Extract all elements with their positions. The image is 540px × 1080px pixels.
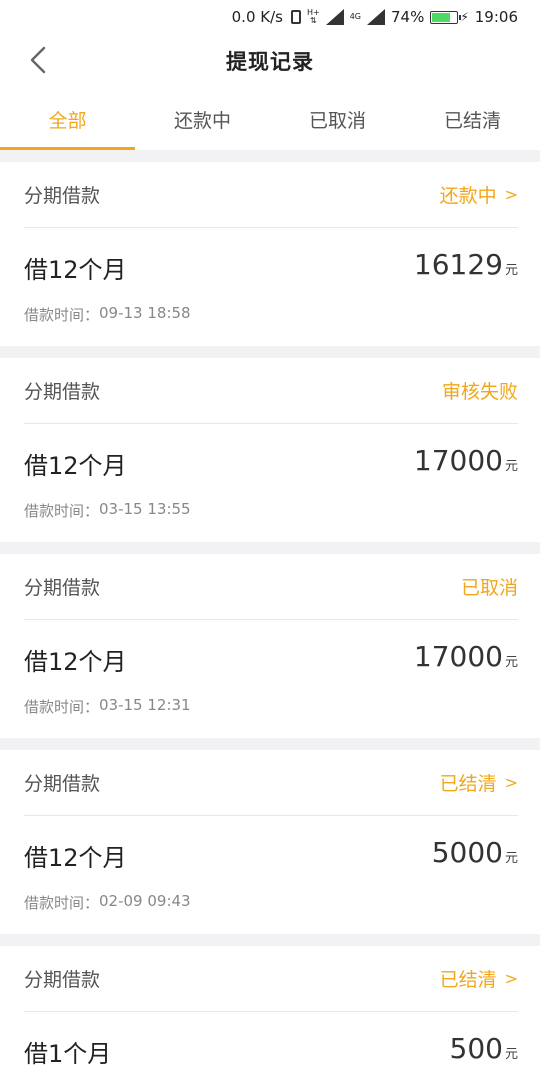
record-time: 借款时间： 03-15 12:31 xyxy=(24,696,191,717)
network-4g-label: 4G xyxy=(349,12,361,21)
record-amount: 17000 元 xyxy=(414,640,518,673)
record-card[interactable]: 分期借款 已取消 借12个月 17000 元 借款时间： 03-15 12:31 xyxy=(0,554,540,738)
record-time: 借款时间： 02-09 09:43 xyxy=(24,892,191,913)
record-amount-unit: 元 xyxy=(504,459,518,474)
data-arrows-icon: ⇅ xyxy=(309,16,317,25)
record-type: 分期借款 xyxy=(24,773,101,795)
tab-cancelled[interactable]: 已取消 xyxy=(270,88,405,150)
chevron-right-icon: > xyxy=(504,969,518,988)
chevron-left-icon xyxy=(30,46,46,74)
network-type-icon: H+ ⇅ xyxy=(307,9,320,25)
charging-icon: ⚡ xyxy=(460,10,469,24)
record-type: 分期借款 xyxy=(24,577,101,599)
record-amount-value: 500 xyxy=(449,1032,503,1065)
clock: 19:06 xyxy=(474,8,518,26)
tab-settled[interactable]: 已结清 xyxy=(405,88,540,150)
battery-icon xyxy=(430,10,462,24)
record-time-value: 09-13 18:58 xyxy=(99,304,191,322)
battery-percent: 74% xyxy=(390,8,425,26)
network-speed: 0.0 K/s xyxy=(231,8,283,26)
record-status[interactable]: 还款中 > xyxy=(440,181,518,208)
record-time-value: 03-15 13:55 xyxy=(99,500,191,518)
record-amount-unit: 元 xyxy=(504,655,518,670)
record-type: 分期借款 xyxy=(24,185,101,207)
record-status[interactable]: 已结清 > xyxy=(440,965,518,992)
record-card-header: 分期借款 审核失败 xyxy=(24,358,518,424)
record-card[interactable]: 分期借款 审核失败 借12个月 17000 元 借款时间： 03-15 13:5… xyxy=(0,358,540,542)
record-card-header: 分期借款 已取消 xyxy=(24,554,518,620)
signal-4g-icon xyxy=(366,9,385,25)
record-time-label: 借款时间： xyxy=(24,502,100,520)
record-card-header: 分期借款 已结清 > xyxy=(24,946,518,1012)
chevron-right-icon: > xyxy=(504,773,518,792)
record-card-header: 分期借款 还款中 > xyxy=(24,162,518,228)
record-card-body: 借1个月 500 元 xyxy=(24,1012,518,1080)
record-status[interactable]: 已结清 > xyxy=(440,769,518,796)
record-status-label: 还款中 xyxy=(439,185,497,207)
chevron-right-icon: > xyxy=(504,185,518,204)
record-status: 已取消 xyxy=(461,573,518,600)
tab-repaying[interactable]: 还款中 xyxy=(135,88,270,150)
record-amount-value: 5000 xyxy=(431,836,503,869)
record-time: 借款时间： 09-13 18:58 xyxy=(24,304,191,325)
record-term: 借1个月 xyxy=(24,1040,112,1068)
network-4g-icon: 4G xyxy=(350,13,361,21)
record-status-label: 审核失败 xyxy=(441,381,518,403)
tab-all[interactable]: 全部 xyxy=(0,88,135,150)
page-title: 提现记录 xyxy=(226,50,314,74)
record-status: 审核失败 xyxy=(442,377,518,404)
record-status-label: 已结清 xyxy=(439,969,497,991)
record-status-label: 已结清 xyxy=(439,773,497,795)
record-type: 分期借款 xyxy=(24,381,101,403)
record-term: 借12个月 xyxy=(24,256,127,284)
back-button[interactable] xyxy=(24,46,52,74)
record-time-label: 借款时间： xyxy=(24,894,100,912)
record-status-label: 已取消 xyxy=(460,577,518,599)
tab-bar: 全部 还款中 已取消 已结清 xyxy=(0,88,540,150)
record-amount: 17000 元 xyxy=(414,444,518,477)
record-card[interactable]: 分期借款 已结清 > 借12个月 5000 元 借款时间： 02-09 09:4… xyxy=(0,750,540,934)
record-term: 借12个月 xyxy=(24,844,127,872)
record-amount: 5000 元 xyxy=(432,836,518,869)
status-bar: 0.0 K/s H+ ⇅ 4G 74% ⚡ 19:06 xyxy=(0,0,540,34)
vibrate-icon xyxy=(290,10,301,24)
record-amount: 500 元 xyxy=(450,1032,518,1065)
record-card[interactable]: 分期借款 还款中 > 借12个月 16129 元 借款时间： 09-13 18:… xyxy=(0,162,540,346)
record-term: 借12个月 xyxy=(24,648,127,676)
record-card-header: 分期借款 已结清 > xyxy=(24,750,518,816)
record-term: 借12个月 xyxy=(24,452,127,480)
battery-fill xyxy=(432,12,451,22)
record-card-body: 借12个月 17000 元 借款时间： 03-15 13:55 xyxy=(24,424,518,542)
record-amount-value: 17000 xyxy=(413,640,503,673)
record-amount-value: 17000 xyxy=(413,444,503,477)
record-amount-unit: 元 xyxy=(504,1047,518,1062)
record-type: 分期借款 xyxy=(24,969,101,991)
record-amount-unit: 元 xyxy=(504,851,518,866)
record-card-body: 借12个月 5000 元 借款时间： 02-09 09:43 xyxy=(24,816,518,934)
record-time: 借款时间： 03-15 13:55 xyxy=(24,500,191,521)
record-amount: 16129 元 xyxy=(414,248,518,281)
record-card-body: 借12个月 16129 元 借款时间： 09-13 18:58 xyxy=(24,228,518,346)
signal-icon xyxy=(325,9,344,25)
record-time-value: 02-09 09:43 xyxy=(99,892,191,910)
header: 提现记录 xyxy=(0,34,540,88)
record-time-value: 03-15 12:31 xyxy=(99,696,191,714)
record-time-label: 借款时间： xyxy=(24,698,100,716)
record-card-body: 借12个月 17000 元 借款时间： 03-15 12:31 xyxy=(24,620,518,738)
app-root: 0.0 K/s H+ ⇅ 4G 74% ⚡ 19:06 提现记录 全部 还款中 … xyxy=(0,0,540,1080)
record-time-label: 借款时间： xyxy=(24,306,100,324)
record-amount-value: 16129 xyxy=(413,248,503,281)
record-list: 分期借款 还款中 > 借12个月 16129 元 借款时间： 09-13 18:… xyxy=(0,150,540,1080)
record-amount-unit: 元 xyxy=(504,263,518,278)
record-card[interactable]: 分期借款 已结清 > 借1个月 500 元 xyxy=(0,946,540,1080)
